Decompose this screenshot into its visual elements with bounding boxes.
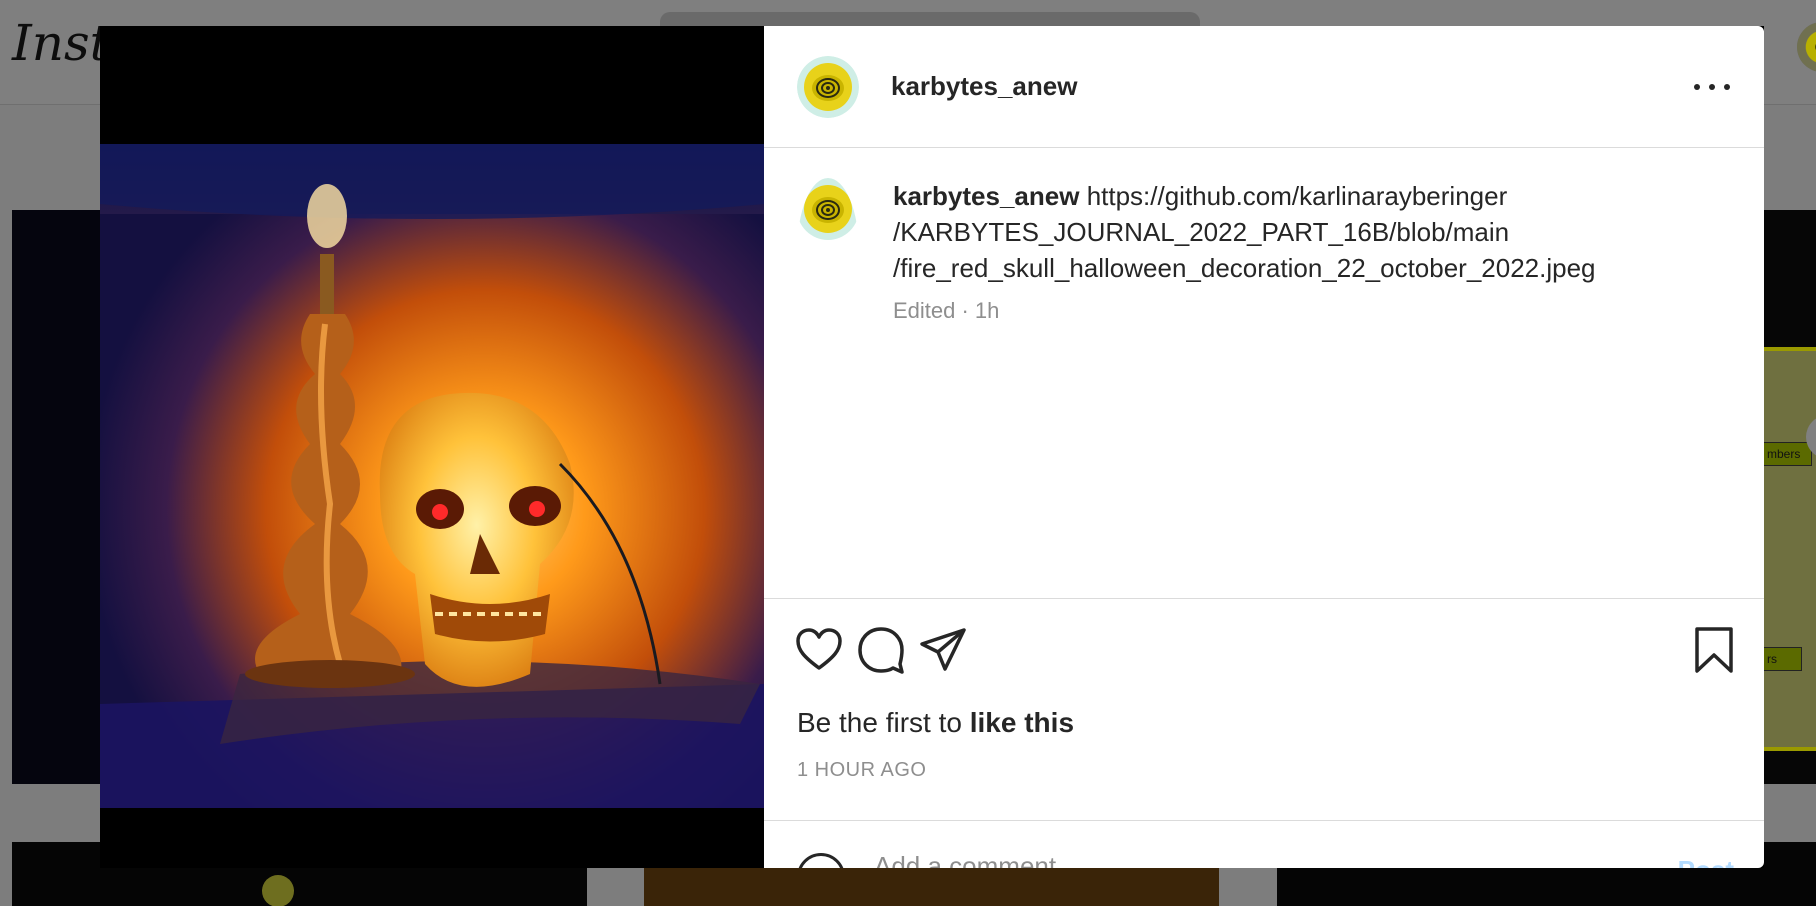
heart-icon[interactable] (794, 625, 844, 675)
bookmark-icon[interactable] (1689, 625, 1739, 675)
background-tag: rs (1762, 647, 1802, 671)
caption-link-line-2: /KARBYTES_JOURNAL_2022_PART_16B/blob/mai… (893, 217, 1510, 247)
caption-meta: Edited · 1h (893, 298, 1000, 323)
likes-prefix: Be the first to (797, 707, 970, 738)
post-media (100, 26, 764, 868)
caption-link-line-1: https://github.com/karlinarayberinger (1086, 181, 1508, 211)
background-profile-avatar (1797, 22, 1816, 72)
caption-link-line-3: /fire_red_skull_halloween_decoration_22_… (893, 253, 1596, 283)
skull-lamp-photo (100, 144, 764, 808)
post-caption: karbytes_anew https://github.com/karlina… (764, 148, 1764, 324)
background-right-panel (1763, 347, 1816, 751)
author-avatar[interactable] (797, 55, 859, 118)
more-options-icon[interactable] (1694, 80, 1730, 94)
action-icons-row (764, 599, 1764, 707)
post-actions: Be the first to like this 1 HOUR AGO (764, 598, 1764, 848)
post-comment-button[interactable]: Post (1678, 855, 1734, 868)
post-modal: karbytes_anew karbytes_anew https://gith… (100, 26, 1764, 868)
caption-text: karbytes_anew https://github.com/karlina… (893, 178, 1683, 286)
emoji-icon[interactable] (797, 853, 845, 868)
background-post-left (12, 210, 102, 784)
post-photo[interactable] (100, 144, 764, 808)
more-dot (1694, 84, 1700, 90)
spiral-avatar-icon (797, 178, 859, 240)
comment-input[interactable] (874, 851, 1574, 868)
background-grid-post (644, 867, 1219, 906)
spiral-avatar-icon (797, 55, 859, 118)
author-username[interactable]: karbytes_anew (891, 71, 1077, 102)
caption-username[interactable]: karbytes_anew (893, 181, 1079, 211)
background-bulb-image (262, 875, 294, 906)
comment-icon[interactable] (856, 625, 906, 675)
like-this-link[interactable]: like this (970, 707, 1074, 738)
comment-bar: Post (764, 820, 1764, 868)
likes-summary: Be the first to like this (797, 707, 1074, 739)
more-dot (1709, 84, 1715, 90)
caption-body: karbytes_anew https://github.com/karlina… (893, 178, 1683, 324)
more-dot (1724, 84, 1730, 90)
post-header: karbytes_anew (764, 26, 1764, 148)
post-timestamp[interactable]: 1 HOUR AGO (797, 759, 926, 782)
caption-avatar[interactable] (797, 178, 859, 324)
paper-plane-icon[interactable] (918, 625, 968, 675)
post-details-panel: karbytes_anew karbytes_anew https://gith… (764, 26, 1764, 868)
background-tag: mbers (1762, 442, 1812, 466)
